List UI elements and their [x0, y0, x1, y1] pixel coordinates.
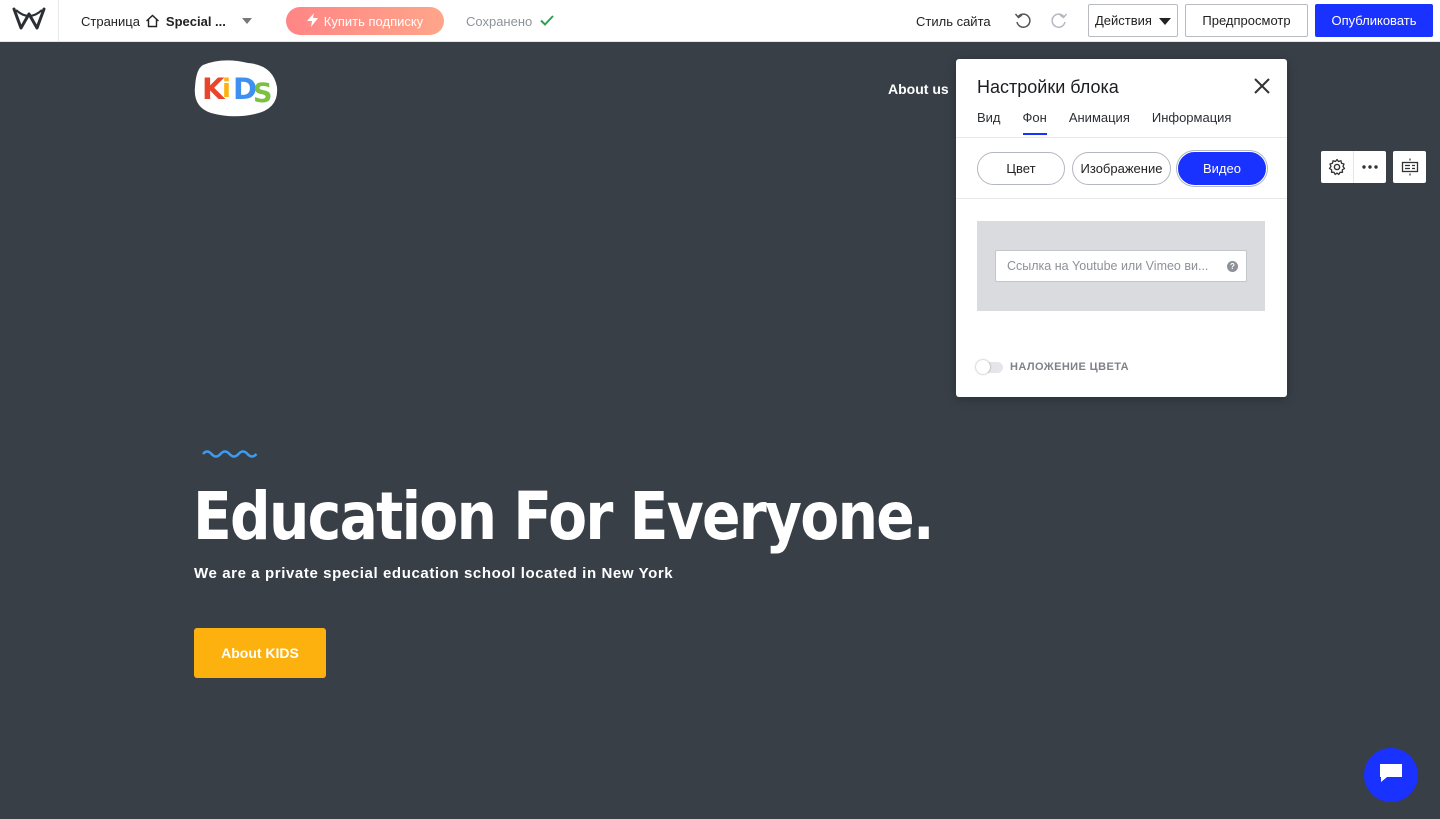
nav-link-about[interactable]: About us: [888, 81, 949, 97]
segment-video[interactable]: Видео: [1178, 152, 1266, 185]
gear-icon[interactable]: [1321, 151, 1353, 183]
layout-icon[interactable]: [1393, 151, 1426, 183]
video-url-area: Ссылка на Youtube или Vimeo ви... ?: [977, 221, 1265, 311]
actions-dropdown[interactable]: Действия: [1088, 4, 1178, 37]
chat-button[interactable]: [1364, 748, 1418, 802]
hero-about-button[interactable]: About KIDS: [194, 628, 326, 678]
color-overlay-row: НАЛОЖЕНИЕ ЦВЕТА: [976, 359, 1129, 374]
lightning-icon: [306, 12, 318, 30]
color-overlay-label: НАЛОЖЕНИЕ ЦВЕТА: [1010, 361, 1129, 373]
color-overlay-toggle[interactable]: [976, 359, 1003, 374]
background-type-selector: Цвет Изображение Видео: [956, 138, 1287, 199]
buy-subscription-label: Купить подписку: [323, 13, 424, 29]
publish-button[interactable]: Опубликовать: [1315, 4, 1433, 37]
site-style-button[interactable]: Стиль сайта: [916, 0, 991, 42]
editor-logo[interactable]: [0, 0, 59, 42]
weebly-logo-icon: [12, 6, 46, 37]
panel-header: Настройки блока Вид Фон Анимация Информа…: [956, 59, 1287, 138]
preview-button[interactable]: Предпросмотр: [1185, 4, 1308, 37]
wave-decoration: [202, 447, 260, 466]
actions-label: Действия: [1095, 13, 1152, 28]
video-url-input[interactable]: Ссылка на Youtube или Vimeo ви... ?: [995, 250, 1247, 282]
home-icon: [145, 14, 160, 28]
toggle-knob: [976, 359, 990, 374]
save-status-label: Сохранено: [466, 13, 533, 29]
hero-title[interactable]: Education For Everyone.: [193, 478, 935, 555]
site-logo[interactable]: K i D S: [193, 59, 279, 117]
video-url-placeholder: Ссылка на Youtube или Vimeo ви...: [1007, 259, 1209, 273]
chat-icon: [1377, 761, 1405, 790]
panel-title: Настройки блока: [977, 77, 1119, 97]
panel-tabs: Вид Фон Анимация Информация: [977, 110, 1253, 135]
save-status: Сохранено: [466, 0, 554, 42]
block-settings-panel: Настройки блока Вид Фон Анимация Информа…: [956, 59, 1287, 397]
svg-text:S: S: [253, 78, 272, 109]
segment-image[interactable]: Изображение: [1072, 152, 1171, 185]
page-selector-label: Страница: [81, 13, 140, 29]
close-icon[interactable]: [1253, 77, 1271, 95]
tab-animation[interactable]: Анимация: [1069, 110, 1130, 135]
undo-icon[interactable]: [1013, 11, 1033, 31]
buy-subscription-button[interactable]: Купить подписку: [286, 7, 444, 35]
more-icon[interactable]: [1354, 151, 1386, 183]
segment-color[interactable]: Цвет: [977, 152, 1065, 185]
help-icon[interactable]: ?: [1227, 261, 1238, 272]
hero-subtitle[interactable]: We are a private special education schoo…: [194, 565, 673, 582]
chevron-down-icon: [1159, 18, 1171, 25]
tab-info[interactable]: Информация: [1152, 110, 1232, 135]
tab-view[interactable]: Вид: [977, 110, 1001, 135]
editor-toolbar: Страница Special ... Купить подписку Сох…: [0, 0, 1440, 42]
tab-background[interactable]: Фон: [1022, 110, 1048, 135]
check-icon: [540, 14, 554, 29]
svg-text:i: i: [222, 74, 231, 104]
redo-icon[interactable]: [1049, 11, 1069, 31]
page-selector[interactable]: Страница Special ...: [81, 0, 252, 42]
block-controls: [1321, 151, 1386, 183]
chevron-down-icon[interactable]: [241, 18, 252, 24]
page-name: Special ...: [165, 13, 226, 29]
